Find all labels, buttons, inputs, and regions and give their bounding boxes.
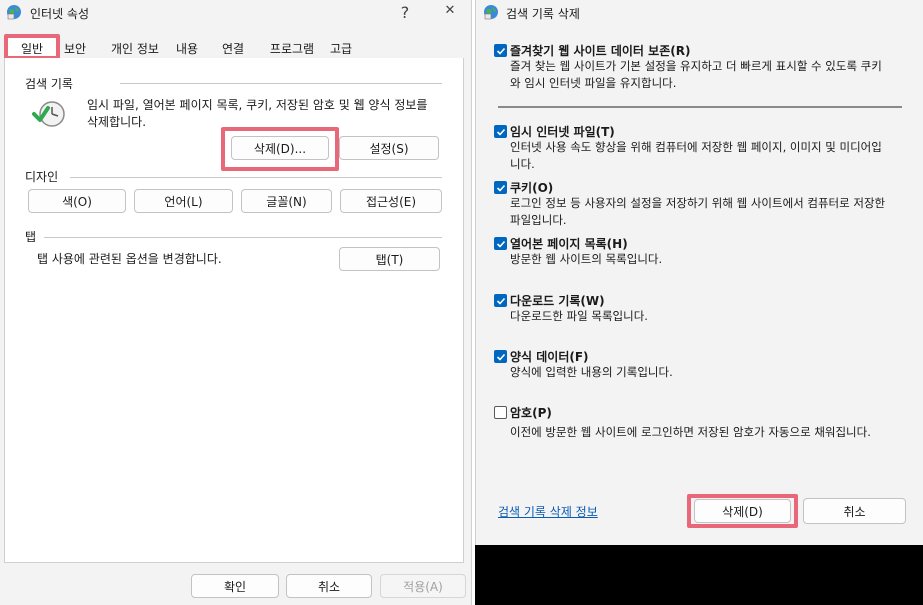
option-description: 이전에 방문한 웹 사이트에 로그인하면 저장된 암호가 자동으로 채워집니다. xyxy=(510,425,871,439)
option-title: 즐겨찾기 웹 사이트 데이터 보존(R) xyxy=(510,44,691,58)
tab-general[interactable]: 일반 xyxy=(4,34,60,60)
window-title: 인터넷 속성 xyxy=(30,7,90,21)
option-description: 방문한 웹 사이트의 목록입니다. xyxy=(510,252,663,266)
tabs-group-description: 탭 사용에 관련된 옵션을 변경합니다. xyxy=(37,252,222,266)
internet-options-window: 인터넷 속성 ? ✕ 일반 보안 개인 정보 내용 연결 프로그램 고급 검색 … xyxy=(0,0,472,605)
apply-button[interactable]: 적용(A) xyxy=(380,574,466,598)
delete-history-button[interactable]: 삭제(D)... xyxy=(231,136,329,160)
temp-internet-files-checkbox[interactable] xyxy=(494,125,507,138)
tab-programs[interactable]: 프로그램 xyxy=(266,38,318,58)
option-title: 양식 데이터(F) xyxy=(510,350,589,364)
group-divider xyxy=(70,177,442,178)
form-data-checkbox[interactable] xyxy=(494,350,507,363)
option-description: 즐겨 찾는 웹 사이트가 기본 설정을 유지하고 더 빠르게 표시할 수 있도록… xyxy=(510,59,882,90)
separator xyxy=(498,106,902,108)
tabs-settings-button[interactable]: 탭(T) xyxy=(339,247,440,271)
background-black xyxy=(475,545,923,605)
group-divider xyxy=(120,83,442,84)
option-title: 암호(P) xyxy=(510,406,552,420)
option-description: 인터넷 사용 속도 향상을 위해 컴퓨터에 저장한 웹 페이지, 이미지 및 미… xyxy=(510,140,882,171)
option-title: 다운로드 기록(W) xyxy=(510,294,605,308)
delete-history-window: 검색 기록 삭제 즐겨찾기 웹 사이트 데이터 보존(R) 즐겨 찾는 웹 사이… xyxy=(475,0,923,545)
cookies-checkbox[interactable] xyxy=(494,181,507,194)
confirm-delete-button[interactable]: 삭제(D) xyxy=(694,499,791,523)
download-history-checkbox[interactable] xyxy=(494,294,507,307)
passwords-checkbox[interactable] xyxy=(494,406,507,419)
browsing-history-label: 검색 기록 xyxy=(25,75,79,92)
tab-security[interactable]: 보안 xyxy=(60,38,90,58)
history-checkbox[interactable] xyxy=(494,237,507,250)
option-description: 다운로드한 파일 목록입니다. xyxy=(510,309,648,323)
preserve-favorites-checkbox[interactable] xyxy=(494,44,507,57)
appearance-label: 디자인 xyxy=(25,168,65,185)
close-button[interactable]: ✕ xyxy=(438,3,462,18)
globe-icon xyxy=(483,4,499,23)
browsing-history-description: 임시 파일, 열어본 페이지 목록, 쿠키, 저장된 암호 및 웹 양식 정보를… xyxy=(87,98,428,129)
colors-button[interactable]: 색(O) xyxy=(28,189,126,213)
accessibility-button[interactable]: 접근성(E) xyxy=(340,189,442,213)
window-title: 검색 기록 삭제 xyxy=(506,7,580,21)
languages-button[interactable]: 언어(L) xyxy=(134,189,233,213)
tab-connections[interactable]: 연결 xyxy=(218,38,248,58)
ok-button[interactable]: 확인 xyxy=(191,574,279,598)
tab-content[interactable]: 내용 xyxy=(172,38,202,58)
option-description: 양식에 입력한 내용의 기록입니다. xyxy=(510,365,673,379)
fonts-button[interactable]: 글꼴(N) xyxy=(241,189,332,213)
tabs-group-label: 탭 xyxy=(25,228,43,245)
help-button[interactable]: ? xyxy=(393,3,417,22)
tab-advanced[interactable]: 고급 xyxy=(326,38,356,58)
tab-privacy[interactable]: 개인 정보 xyxy=(106,38,164,58)
option-title: 열어본 페이지 목록(H) xyxy=(510,237,628,251)
cancel-button[interactable]: 취소 xyxy=(286,574,372,598)
globe-icon xyxy=(6,4,22,23)
cancel-delete-button[interactable]: 취소 xyxy=(803,498,906,524)
option-title: 쿠키(O) xyxy=(510,181,554,195)
option-title: 임시 인터넷 파일(T) xyxy=(510,125,615,139)
history-settings-button[interactable]: 설정(S) xyxy=(339,136,439,160)
about-deleting-history-link[interactable]: 검색 기록 삭제 정보 xyxy=(498,503,598,520)
history-clock-icon xyxy=(32,100,68,133)
group-divider xyxy=(44,237,442,238)
option-description: 로그인 정보 등 사용자의 설정을 저장하기 위해 웹 사이트에서 컴퓨터로 저… xyxy=(510,196,886,227)
